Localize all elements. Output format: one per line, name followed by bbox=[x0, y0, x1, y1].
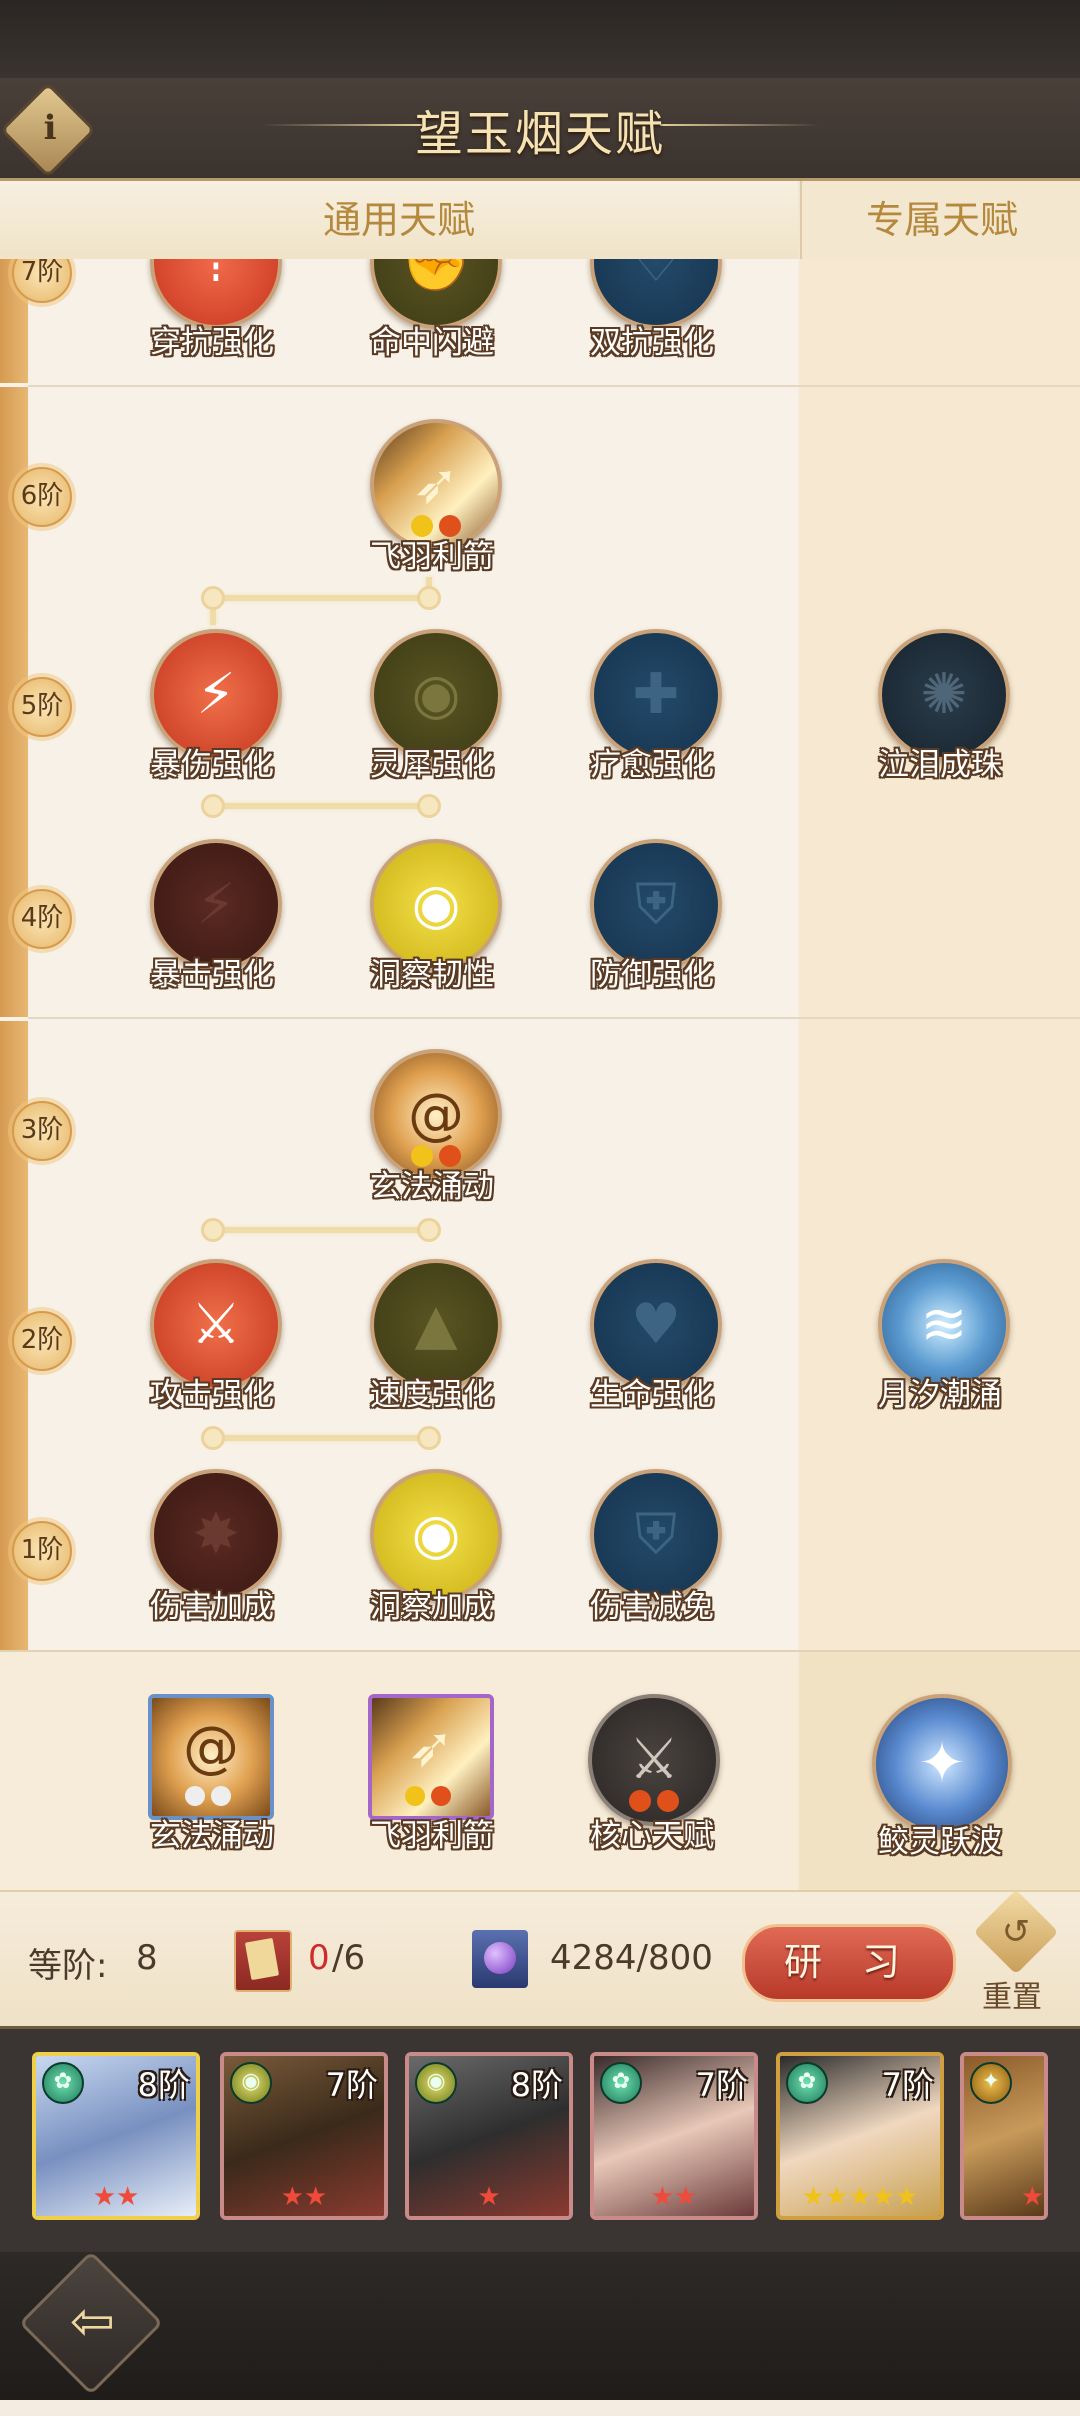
scroll-used: 0 bbox=[308, 1938, 330, 1978]
talent-label: 伤害加成 bbox=[150, 1589, 274, 1625]
tier-badge-4: 4阶 bbox=[12, 889, 72, 949]
equipped-label: 玄法涌动 bbox=[150, 1818, 274, 1854]
scroll-icon bbox=[234, 1930, 292, 1992]
back-arrow-icon: ⇦ bbox=[69, 2289, 116, 2353]
connector bbox=[210, 595, 432, 601]
orb-value: 4284/800 bbox=[550, 1938, 713, 1978]
connector-node bbox=[201, 1426, 225, 1450]
talent-label: 速度强化 bbox=[370, 1377, 494, 1413]
equipped-talents: @ 玄法涌动 ➶ 飞羽利箭 ⚔ 核心天赋 ✦ 鲛灵跃波 bbox=[0, 1650, 1080, 1892]
equipped-slot-mystic-surge[interactable]: @ bbox=[148, 1694, 274, 1820]
connector-node bbox=[201, 586, 225, 610]
section-divider bbox=[28, 1017, 1080, 1019]
orb-icon bbox=[472, 1930, 528, 1988]
talent-label: 防御强化 bbox=[590, 957, 714, 993]
talent-tree[interactable]: 7阶 6阶 5阶 4阶 3阶 2阶 1阶 ⇡ 穿抗强化 ✊ 命中闪避 ♡ 双抗强… bbox=[0, 259, 1080, 1650]
reset-label[interactable]: 重置 bbox=[982, 1972, 1042, 2016]
reset-icon: ↺ bbox=[1001, 1912, 1031, 1952]
equipped-label: 飞羽利箭 bbox=[370, 1818, 494, 1854]
tier-badge-6: 6阶 bbox=[12, 467, 72, 527]
level-value: 8 bbox=[136, 1938, 158, 1978]
talent-label: 疗愈强化 bbox=[590, 747, 714, 783]
connector-node bbox=[417, 1426, 441, 1450]
reset-button[interactable]: ↺ bbox=[973, 1889, 1059, 1975]
talent-label: 生命强化 bbox=[590, 1377, 714, 1413]
connector bbox=[210, 1227, 432, 1233]
tab-exclusive-talent[interactable]: 专属天赋 bbox=[800, 181, 1080, 259]
section-divider bbox=[28, 385, 1080, 387]
talent-label: 飞羽利箭 bbox=[370, 539, 494, 575]
tier-badge-1: 1阶 bbox=[12, 1521, 72, 1581]
scroll-total: /6 bbox=[332, 1938, 366, 1978]
status-bar bbox=[0, 0, 1080, 78]
tier-badge-2: 2阶 bbox=[12, 1311, 72, 1371]
talent-label: 伤害减免 bbox=[590, 1589, 714, 1625]
tab-general-talent[interactable]: 通用天赋 bbox=[0, 181, 798, 259]
connector-node bbox=[417, 586, 441, 610]
talent-label: 命中闪避 bbox=[370, 325, 494, 361]
connector bbox=[210, 803, 432, 809]
talent-label: 暴击强化 bbox=[150, 957, 274, 993]
equipped-label: 鲛灵跃波 bbox=[878, 1824, 1002, 1860]
talent-label: 暴伤强化 bbox=[150, 747, 274, 783]
hero-card[interactable]: ◉ 8阶 ★ bbox=[405, 2052, 573, 2220]
hero-card[interactable]: ✿ 8阶 ★★ bbox=[32, 2052, 200, 2220]
talent-label: 洞察韧性 bbox=[370, 957, 494, 993]
talent-label: 双抗强化 bbox=[590, 325, 714, 361]
tier-badge-5: 5阶 bbox=[12, 677, 72, 737]
equipped-slot-feather-arrow[interactable]: ➶ bbox=[368, 1694, 494, 1820]
talent-label: 攻击强化 bbox=[150, 1377, 274, 1413]
connector-node bbox=[417, 1218, 441, 1242]
hero-card[interactable]: ✦ ★ bbox=[960, 2052, 1048, 2220]
talent-label: 洞察加成 bbox=[370, 1589, 494, 1625]
talent-label: 灵犀强化 bbox=[370, 747, 494, 783]
research-button[interactable]: 研 习 bbox=[742, 1924, 956, 2002]
core-talent-slot[interactable]: ⚔ bbox=[588, 1694, 720, 1826]
equipped-slot-shark-spirit[interactable]: ✦ bbox=[872, 1694, 1012, 1834]
talent-label: 穿抗强化 bbox=[150, 325, 274, 361]
connector bbox=[210, 1435, 432, 1441]
connector-node bbox=[201, 1218, 225, 1242]
level-label: 等阶: bbox=[28, 1946, 108, 1986]
hero-card[interactable]: ✿ 7阶 ★★ bbox=[590, 2052, 758, 2220]
talent-label: 泣泪成珠 bbox=[878, 747, 1002, 783]
talent-tabs: 通用天赋 专属天赋 bbox=[0, 181, 1080, 261]
connector-node bbox=[201, 794, 225, 818]
hero-card[interactable]: ✿ 7阶 ★★★★★ bbox=[776, 2052, 944, 2220]
tier-badge-3: 3阶 bbox=[12, 1101, 72, 1161]
talent-label: 月汐潮涌 bbox=[878, 1377, 1002, 1413]
bottom-nav bbox=[0, 2252, 1080, 2400]
connector-node bbox=[417, 794, 441, 818]
hero-card[interactable]: ◉ 7阶 ★★ bbox=[220, 2052, 388, 2220]
tier-badge-7: 7阶 bbox=[12, 259, 72, 303]
page-title: 望玉烟天赋 bbox=[414, 106, 665, 162]
equipped-label: 核心天赋 bbox=[590, 1818, 714, 1854]
talent-label: 玄法涌动 bbox=[370, 1169, 494, 1205]
